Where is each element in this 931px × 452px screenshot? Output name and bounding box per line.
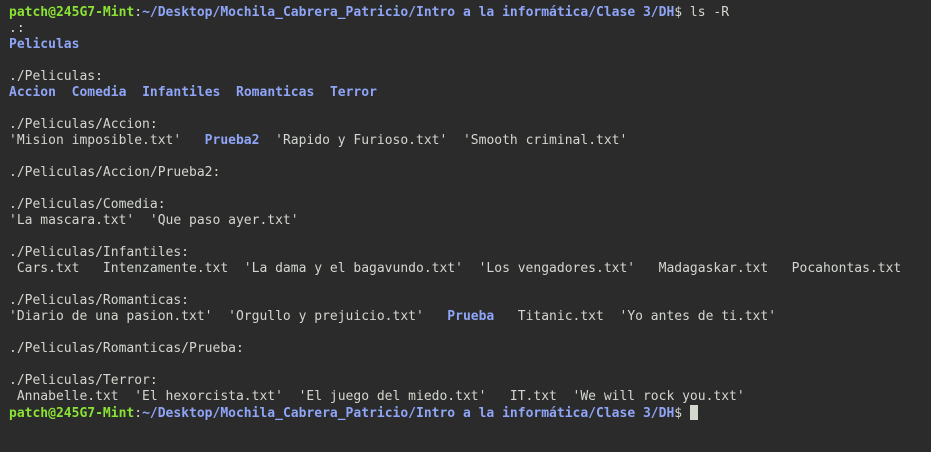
cursor[interactable] bbox=[689, 405, 698, 420]
dir-header: ./Peliculas/Terror: bbox=[9, 373, 158, 388]
listing-line: 'Mision imposible.txt' Prueba2 'Rapido y… bbox=[9, 133, 931, 149]
directory-name: Accion bbox=[9, 85, 56, 100]
file-text bbox=[56, 85, 72, 100]
prompt-user-host: patch@245G7-Mint bbox=[9, 5, 135, 20]
dir-header: ./Peliculas/Accion: bbox=[9, 117, 158, 132]
dir-header: ./Peliculas/Accion/Prueba2: bbox=[9, 165, 221, 180]
prompt-separator: : bbox=[134, 406, 143, 421]
prompt-path: ~/Desktop/Mochila_Cabrera_Patricio/Intro… bbox=[142, 406, 675, 421]
listing-line: Annabelle.txt 'El hexorcista.txt' 'El ju… bbox=[9, 389, 745, 404]
listing-line: 'Diario de una pasion.txt' 'Orgullo y pr… bbox=[9, 309, 931, 325]
prompt-dollar: $ bbox=[674, 406, 683, 421]
file-text: Titanic.txt 'Yo antes de ti.txt' bbox=[494, 309, 777, 324]
listing-line: Cars.txt Intenzamente.txt 'La dama y el … bbox=[9, 261, 902, 276]
terminal-window[interactable]: patch@245G7-Mint:~/Desktop/Mochila_Cabre… bbox=[0, 0, 931, 452]
directory-name: Romanticas bbox=[236, 85, 315, 100]
dir-header: ./Peliculas: bbox=[9, 69, 103, 84]
prompt-line[interactable]: patch@245G7-Mint:~/Desktop/Mochila_Cabre… bbox=[9, 405, 931, 421]
prompt-path: ~/Desktop/Mochila_Cabrera_Patricio/Intro… bbox=[142, 5, 675, 20]
file-text: 'Rapido y Furioso.txt' 'Smooth criminal.… bbox=[259, 133, 628, 148]
prompt-line: patch@245G7-Mint:~/Desktop/Mochila_Cabre… bbox=[9, 5, 931, 21]
directory-name: Prueba2 bbox=[204, 133, 260, 148]
file-text bbox=[220, 85, 236, 100]
file-text bbox=[126, 85, 142, 100]
directory-name: Prueba bbox=[447, 309, 495, 324]
dir-header: ./Peliculas/Infantiles: bbox=[9, 245, 190, 260]
file-text: 'Diario de una pasion.txt' 'Orgullo y pr… bbox=[9, 309, 448, 324]
directory-name: Infantiles bbox=[142, 85, 221, 100]
file-text bbox=[314, 85, 330, 100]
command-text: ls -R bbox=[682, 5, 730, 20]
dir-header: ./Peliculas/Romanticas: bbox=[9, 293, 190, 308]
directory-name: Comedia bbox=[71, 85, 127, 100]
listing-line: 'La mascara.txt' 'Que paso ayer.txt' bbox=[9, 213, 299, 228]
prompt-separator: : bbox=[134, 5, 143, 20]
prompt-user-host: patch@245G7-Mint bbox=[9, 406, 135, 421]
directory-name: Terror bbox=[329, 85, 377, 100]
dir-header: ./Peliculas/Comedia: bbox=[9, 197, 166, 212]
prompt-dollar: $ bbox=[674, 5, 683, 20]
listing-line: Accion Comedia Infantiles Romanticas Ter… bbox=[9, 85, 931, 101]
dir-header: ./Peliculas/Romanticas/Prueba: bbox=[9, 341, 244, 356]
dir-entry: Peliculas bbox=[9, 37, 80, 52]
output-line: .: bbox=[9, 21, 25, 36]
file-text: 'Mision imposible.txt' bbox=[9, 133, 205, 148]
